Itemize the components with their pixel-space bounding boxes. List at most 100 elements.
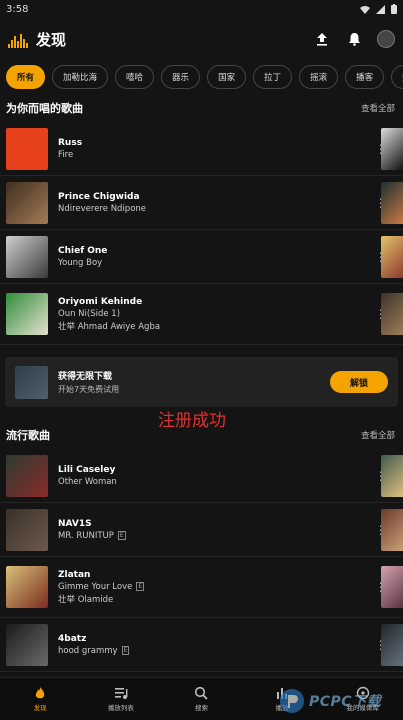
promo-subtitle: 开始7天免费试用	[58, 385, 120, 394]
battery-icon	[391, 4, 397, 14]
playlist-icon	[114, 686, 128, 700]
song-title: 4batz	[58, 633, 87, 644]
song-artist-text: Fire	[58, 149, 74, 160]
next-column-album-art[interactable]	[381, 455, 403, 497]
genre-chip[interactable]: 拉丁	[253, 65, 293, 89]
song-list-for-you: RussFire⋮Prince ChigwidaNdireverere Ndip…	[0, 122, 403, 345]
tab-search[interactable]: 搜索	[161, 678, 242, 720]
next-column-album-art[interactable]	[381, 182, 403, 224]
explicit-badge: E	[136, 581, 145, 591]
section-header-for-you: 为你而唱的歌曲 查看全部	[0, 94, 403, 122]
song-row[interactable]: NAV1SMR. RUNITUPE⋮	[0, 503, 403, 557]
song-artist: Gimme Your Love E	[58, 581, 371, 592]
song-meta: Oriyomi Kehinde Oun Ni(Side 1) 壮举 Ahmad Aw…	[58, 297, 371, 332]
promo-title: 获得无限下载	[58, 372, 113, 382]
next-column-album-art[interactable]	[381, 128, 403, 170]
song-featuring: 壮举 Olamide	[58, 594, 114, 605]
song-meta: 4batz hood grammy E	[58, 634, 371, 656]
explicit-badge: E	[121, 645, 130, 655]
song-row[interactable]: Prince ChigwidaNdireverere Ndipone⋮	[0, 176, 403, 230]
avatar	[377, 30, 395, 48]
song-row[interactable]: Lili CaseleyOther Woman⋮	[0, 449, 403, 503]
audiomack-logo-icon	[8, 30, 30, 48]
song-row[interactable]: Oriyomi Kehinde Oun Ni(Side 1) 壮举 Ahmad Aw…	[0, 284, 403, 345]
song-artist: Oun Ni(Side 1)	[58, 309, 371, 319]
genre-filter-chips: 所有加勒比海嘻哈器乐国家拉丁摇滚播客旁遇	[0, 60, 403, 94]
song-artist-text: Other Woman	[58, 476, 117, 487]
genre-chip[interactable]: 旁遇	[391, 65, 403, 89]
album-art	[6, 235, 48, 278]
upload-icon[interactable]	[313, 30, 331, 48]
tab-label: 发现	[33, 704, 47, 712]
song-artist-text: Oun Ni(Side 1)	[58, 308, 121, 319]
song-artist-text: MR. RUNITUP	[58, 530, 114, 541]
song-artist-text: Gimme Your Love	[58, 581, 133, 592]
promo-image	[15, 365, 48, 399]
genre-chip[interactable]: 加勒比海	[52, 65, 109, 89]
song-row[interactable]: RussFire⋮	[0, 122, 403, 176]
genre-chip[interactable]: 摇滚	[299, 65, 339, 89]
album-art	[6, 454, 48, 497]
album-art	[6, 508, 48, 551]
genre-chip[interactable]: 播客	[345, 65, 385, 89]
song-artist: Ndireverere Ndipone	[58, 204, 371, 214]
album-art	[6, 181, 48, 224]
song-meta: Prince Chigwida Ndireverere Ndipone	[58, 192, 371, 214]
see-all-link[interactable]: 查看全部	[361, 429, 395, 441]
song-list-trending: Lili CaseleyOther Woman⋮NAV1SMR. RUNITUP…	[0, 449, 403, 672]
tab-flame[interactable]: 发现	[0, 678, 81, 720]
tab-label: 播放列表	[107, 704, 134, 712]
genre-chip[interactable]: 国家	[207, 65, 247, 89]
song-artist: Fire	[58, 150, 371, 160]
flame-icon	[33, 686, 47, 700]
notification-bell-icon[interactable]	[345, 30, 363, 48]
album-art	[6, 293, 48, 335]
song-artist: Other Woman	[58, 477, 371, 487]
song-artist: Young Boy	[58, 258, 371, 268]
see-all-link[interactable]: 查看全部	[361, 102, 395, 114]
song-artist: MR. RUNITUP E	[58, 530, 371, 541]
unlock-button[interactable]: 解锁	[330, 371, 388, 393]
song-row[interactable]: Chief OneYoung Boy⋮	[0, 230, 403, 284]
song-row[interactable]: ZlatanGimme Your LoveE壮举 Olamide⋮	[0, 557, 403, 618]
song-artist-text: Young Boy	[58, 257, 103, 268]
signal-icon	[376, 4, 385, 14]
next-column-album-art[interactable]	[381, 293, 403, 335]
premium-promo-banner[interactable]: 获得无限下载 开始7天免费试用 解锁	[5, 357, 398, 407]
song-artist-text: Ndireverere Ndipone	[58, 203, 147, 214]
watermark-logo-icon	[280, 689, 304, 713]
song-meta: Zlatan Gimme Your Love E 壮举 Olamide	[58, 570, 371, 605]
toast-message: 注册成功	[158, 411, 226, 431]
song-title: NAV1S	[58, 518, 92, 529]
genre-chip[interactable]: 器乐	[161, 65, 201, 89]
section-title: 流行歌曲	[6, 429, 50, 442]
genre-chip[interactable]: 所有	[6, 65, 46, 89]
status-icons	[360, 4, 397, 14]
album-art	[6, 566, 48, 608]
song-meta: NAV1S MR. RUNITUP E	[58, 519, 371, 541]
next-column-album-art[interactable]	[381, 566, 403, 608]
song-artist-text: hood grammy	[58, 645, 118, 656]
album-art	[6, 127, 48, 170]
search-icon	[194, 686, 209, 700]
tab-playlist[interactable]: 播放列表	[81, 678, 162, 720]
song-title: Prince Chigwida	[58, 191, 140, 202]
next-column-album-art[interactable]	[381, 236, 403, 278]
song-title: Zlatan	[58, 569, 91, 580]
next-column-album-art[interactable]	[381, 509, 403, 551]
watermark-text: PCPC下载	[309, 694, 382, 710]
page-title: 发现	[36, 30, 67, 49]
explicit-badge: E	[117, 530, 126, 540]
genre-chip[interactable]: 嘻哈	[115, 65, 155, 89]
song-title: Chief One	[58, 245, 108, 256]
song-title: Lili Caseley	[58, 464, 116, 475]
song-title: Oriyomi Kehinde	[58, 296, 143, 307]
song-meta: Lili Caseley Other Woman	[58, 465, 371, 487]
song-row[interactable]: 4batzhood grammyE⋮	[0, 618, 403, 672]
song-meta: Russ Fire	[58, 138, 371, 160]
profile-avatar[interactable]	[377, 30, 395, 48]
next-column-album-art[interactable]	[381, 624, 403, 666]
section-title: 为你而唱的歌曲	[6, 102, 83, 115]
tab-label: 搜索	[194, 704, 208, 712]
song-artist: hood grammy E	[58, 645, 371, 656]
